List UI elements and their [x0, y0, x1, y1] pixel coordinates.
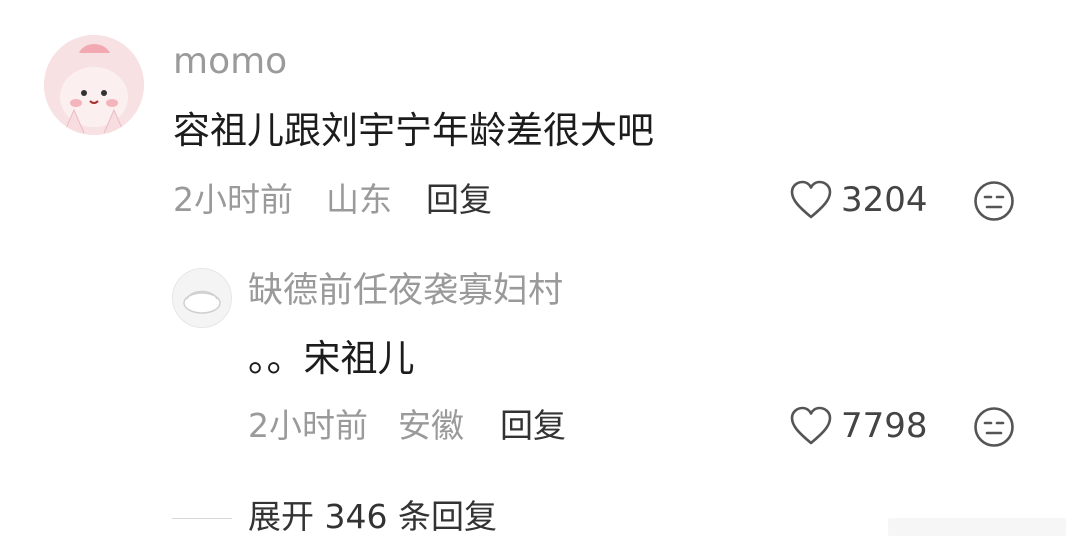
comment-time: 2小时前 — [173, 180, 293, 219]
reply-avatar[interactable] — [172, 268, 232, 328]
dislike-button[interactable] — [973, 180, 1015, 226]
comment-username[interactable]: momo — [173, 44, 287, 80]
like-count: 3204 — [841, 180, 928, 220]
reply-text: 。。宋祖儿 — [248, 337, 415, 380]
avatar[interactable] — [44, 35, 144, 135]
heart-outline-icon — [790, 180, 832, 219]
watermark-logo — [888, 516, 1066, 538]
reply-time: 2小时前 — [248, 406, 368, 445]
comment-text: 容祖儿跟刘宇宁年龄差很大吧 — [173, 109, 654, 152]
reply-button[interactable]: 回复 — [426, 183, 492, 216]
expand-divider — [172, 518, 232, 519]
heart-outline-icon — [790, 406, 832, 445]
default-avatar-icon — [173, 269, 231, 327]
meh-face-icon — [974, 407, 1014, 447]
reply-reply-button[interactable]: 回复 — [500, 409, 566, 442]
meh-face-icon — [974, 181, 1014, 221]
reply-like-count: 7798 — [841, 406, 928, 446]
comment-location: 山东 — [326, 180, 392, 219]
like-button[interactable]: 3204 — [789, 180, 928, 220]
reply-location: 安徽 — [398, 406, 464, 445]
expand-replies-button[interactable]: 展开 346 条回复 — [248, 500, 497, 533]
reply-username[interactable]: 缺德前任夜袭寡妇村 — [248, 274, 563, 309]
reply-dislike-button[interactable] — [973, 406, 1015, 452]
reply-like-button[interactable]: 7798 — [789, 406, 928, 446]
avatar-illustration — [44, 35, 144, 135]
